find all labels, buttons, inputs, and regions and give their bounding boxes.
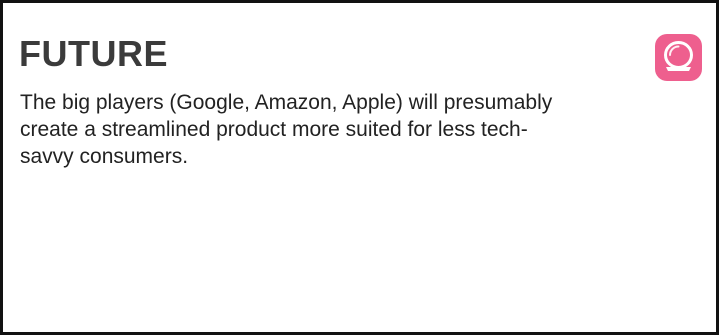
card-title: FUTURE (19, 33, 168, 74)
crystal-ball-badge (655, 34, 702, 81)
future-card: FUTURE The big players (Google, Amazon, … (0, 0, 719, 335)
crystal-ball-icon (664, 41, 693, 71)
card-description: The big players (Google, Amazon, Apple) … (20, 91, 553, 168)
